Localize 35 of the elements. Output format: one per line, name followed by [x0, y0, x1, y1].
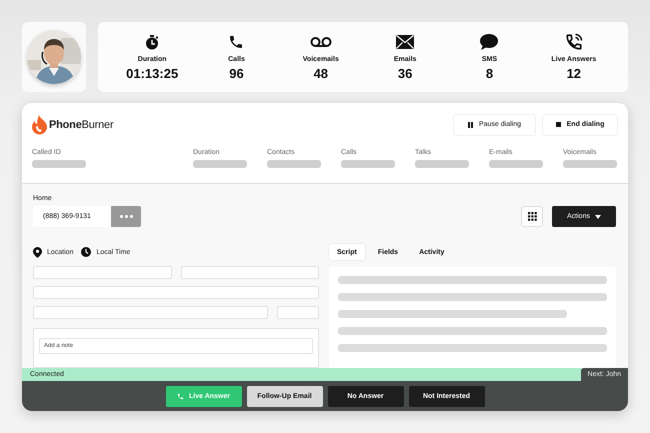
flame-logo-icon — [32, 114, 47, 134]
input-field[interactable] — [181, 266, 319, 279]
input-field[interactable] — [33, 286, 319, 299]
input-field[interactable] — [33, 266, 172, 279]
location-pin-icon — [33, 246, 42, 258]
voicemail-icon — [310, 36, 332, 48]
stop-icon — [556, 122, 561, 127]
placeholder-bar — [193, 160, 247, 168]
input-field[interactable] — [33, 306, 268, 319]
stat-value: 96 — [229, 66, 244, 81]
logo-wordmark: PhoneBurner — [49, 118, 114, 130]
input-field[interactable] — [277, 306, 319, 319]
pause-icon — [468, 122, 473, 128]
envelope-icon — [396, 35, 414, 49]
stopwatch-icon — [144, 34, 160, 50]
stat-value: 01:13:25 — [126, 66, 178, 81]
phone-icon — [228, 34, 244, 50]
placeholder-bar — [563, 160, 617, 168]
stat-value: 36 — [398, 66, 412, 81]
placeholder-bar — [489, 160, 543, 168]
placeholder-bar — [341, 160, 395, 168]
stat-value: 48 — [314, 66, 328, 81]
keypad-icon — [528, 212, 536, 221]
caret-icon — [594, 214, 601, 218]
stat-value: 8 — [486, 66, 494, 81]
stat-value: 12 — [566, 66, 582, 81]
keypad-button[interactable] — [521, 206, 543, 227]
chat-bubble-icon — [480, 34, 498, 50]
phone-ringing-icon — [564, 33, 583, 51]
placeholder-bar — [32, 160, 86, 168]
placeholder-bar — [267, 160, 321, 168]
placeholder-bar — [415, 160, 469, 168]
phone-icon — [177, 392, 184, 400]
clock-icon — [81, 247, 92, 257]
more-button[interactable] — [111, 206, 141, 227]
